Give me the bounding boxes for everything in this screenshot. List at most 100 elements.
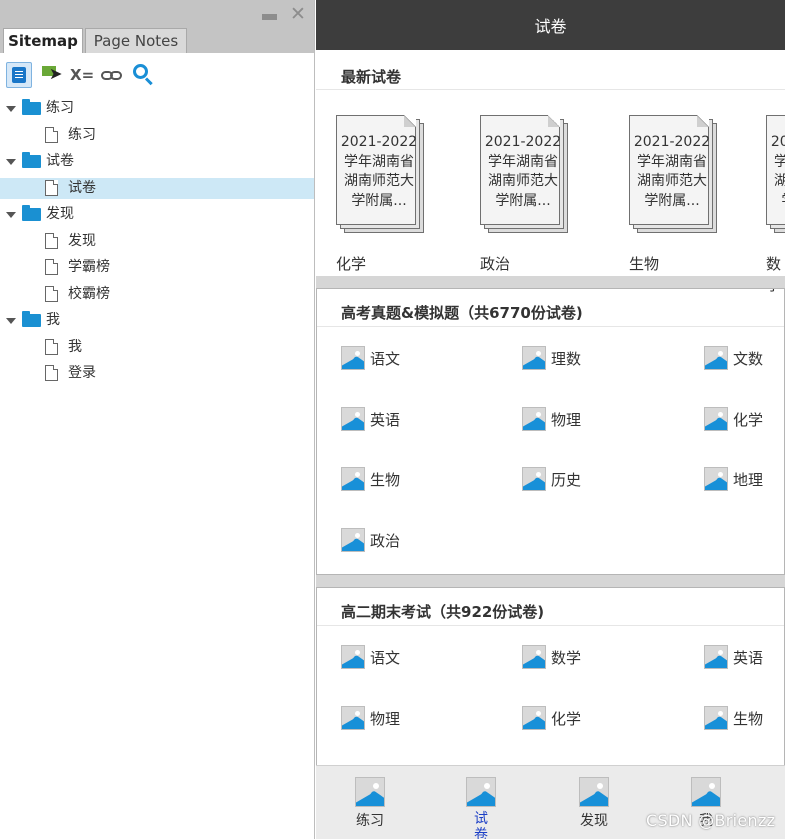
page-icon: [45, 232, 58, 249]
minimize-icon[interactable]: [262, 14, 277, 20]
paper-card-subject: 生物: [629, 255, 660, 273]
sitemap-page[interactable]: 校霸榜: [0, 284, 314, 305]
paper-doc-icon: 2021-2022学年湖南省湖南师范大学附属...: [629, 115, 710, 225]
folder-icon: [22, 152, 41, 168]
final-exam-section-title: 高二期末考试（共922份试卷): [341, 603, 545, 621]
expand-arrow-icon[interactable]: [6, 159, 16, 165]
image-placeholder-icon: [704, 467, 728, 491]
expand-arrow-icon[interactable]: [6, 318, 16, 324]
subject-label: 化学: [551, 710, 582, 728]
image-placeholder-icon: [691, 777, 721, 807]
subject-label: 化学: [733, 410, 764, 429]
divider: [316, 89, 785, 90]
prototype-preview: 试卷 最新试卷 2021-2022学年湖南省湖南师范大学附属... 化学 2021-…: [316, 0, 785, 839]
gaokao-section-title: 高考真题&模拟题（共6770份试卷): [341, 304, 583, 322]
sitemap-page[interactable]: 登录: [0, 363, 314, 384]
paper-card[interactable]: 2021-2022学年湖南省湖南师范大学附属...: [629, 115, 721, 233]
image-placeholder-icon: [704, 346, 728, 370]
image-placeholder-icon: [341, 645, 365, 669]
page-icon: [45, 259, 58, 275]
subject-label: 生物: [733, 710, 764, 728]
image-placeholder-icon: [522, 645, 546, 669]
subject-label: 物理: [551, 410, 582, 429]
image-placeholder-icon: [341, 527, 365, 552]
tab-page-notes[interactable]: Page Notes: [85, 28, 187, 53]
divider: [317, 625, 784, 626]
link-icon[interactable]: [100, 62, 126, 88]
sitemap-page-label: 试卷: [68, 179, 96, 196]
sitemap-page-label: 练习: [68, 126, 96, 143]
paper-doc-icon: 2021-2022学年湖南省湖南师范大学附属...: [336, 115, 417, 225]
subject-label: 语文: [370, 350, 401, 368]
paper-doc-icon: 2021-2022学年湖南省湖南师范大学附属...: [480, 115, 562, 225]
tab-sitemap[interactable]: Sitemap: [3, 28, 83, 53]
nav-item-label: 试卷: [474, 811, 488, 839]
sitemap-page[interactable]: 发现: [0, 231, 314, 252]
close-icon[interactable]: ✕: [289, 4, 307, 24]
subject-label: 英语: [733, 649, 764, 667]
scrollbar[interactable]: [785, 0, 795, 839]
image-placeholder-icon: [704, 645, 728, 669]
search-icon[interactable]: [131, 62, 157, 88]
folder-icon: [22, 205, 41, 221]
sitemap-page-label: 学霸榜: [68, 259, 110, 275]
nav-item[interactable]: 发现: [549, 766, 639, 839]
image-placeholder-icon: [341, 406, 365, 431]
sitemap-page[interactable]: 学霸榜: [0, 257, 314, 278]
sitemap-folder-label: 练习: [46, 100, 74, 116]
image-placeholder-icon: [579, 777, 609, 807]
divider: [317, 326, 784, 327]
subject-label: 历史: [551, 471, 582, 489]
nav-item-label: 练习: [356, 813, 384, 829]
paper-card[interactable]: 2021-2022学年湖南省湖南师范大学附属...: [336, 115, 428, 233]
page-icon: [45, 179, 58, 196]
page-list-icon[interactable]: [6, 62, 32, 88]
sitemap-page[interactable]: 练习: [0, 125, 314, 146]
sitemap-folder-label: 发现: [46, 206, 74, 222]
subject-label: 政治: [370, 531, 401, 550]
page-icon: [45, 126, 58, 143]
sitemap-page-label: 我: [68, 338, 82, 355]
expand-arrow-icon[interactable]: [6, 212, 16, 218]
folder-icon: [22, 99, 41, 115]
nav-item-label: 发现: [580, 813, 608, 829]
sitemap-folder-label: 试卷: [46, 153, 74, 169]
image-placeholder-icon: [522, 346, 546, 370]
image-placeholder-icon: [704, 406, 728, 431]
sitemap-folder[interactable]: 发现: [0, 204, 314, 225]
sitemap-folder-label: 我: [46, 312, 60, 328]
subject-label: 文数: [733, 350, 764, 368]
sitemap-page-label: 发现: [68, 232, 96, 249]
watermark: CSDN @Brienzz: [646, 811, 776, 830]
select-cursor-icon[interactable]: ➤: [40, 62, 66, 88]
latest-papers-title: 最新试卷: [341, 68, 402, 86]
sitemap-page[interactable]: 我: [0, 337, 314, 358]
paper-card-title: 2021-2022学年湖南省湖南师范大学附属...: [484, 134, 562, 209]
sitemap-panel: ✕ Sitemap Page Notes ➤ X= 练习 练习 试卷 试卷 发现 发现 学霸…: [0, 0, 315, 839]
paper-card[interactable]: 2021-2022学年湖南省湖南师范大学附属...: [766, 115, 785, 233]
image-placeholder-icon: [522, 467, 546, 491]
divider: [316, 288, 785, 289]
paper-card[interactable]: 2021-2022学年湖南省湖南师范大学附属...: [480, 115, 572, 233]
expand-arrow-icon[interactable]: [6, 106, 16, 112]
sitemap-folder[interactable]: 练习: [0, 98, 314, 119]
nav-item[interactable]: 练习: [325, 766, 415, 839]
page-icon: [45, 338, 58, 355]
subject-label: 地理: [733, 471, 764, 489]
paper-card-subject: 政治: [480, 255, 511, 273]
variables-icon[interactable]: X=: [70, 62, 96, 88]
section-divider: [316, 575, 785, 587]
folder-icon: [22, 311, 41, 327]
sitemap-folder[interactable]: 我: [0, 310, 314, 331]
sitemap-page[interactable]: 试卷: [0, 177, 314, 199]
image-placeholder-icon: [466, 777, 496, 807]
image-placeholder-icon: [522, 406, 546, 431]
divider: [316, 587, 785, 588]
subject-label: 英语: [370, 410, 401, 429]
image-placeholder-icon: [522, 706, 546, 730]
image-placeholder-icon: [704, 706, 728, 730]
nav-item[interactable]: 试卷: [436, 766, 526, 839]
paper-doc-icon: 2021-2022学年湖南省湖南师范大学附属...: [766, 115, 785, 225]
sitemap-page-label: 登录: [68, 365, 96, 381]
sitemap-folder[interactable]: 试卷: [0, 151, 314, 172]
